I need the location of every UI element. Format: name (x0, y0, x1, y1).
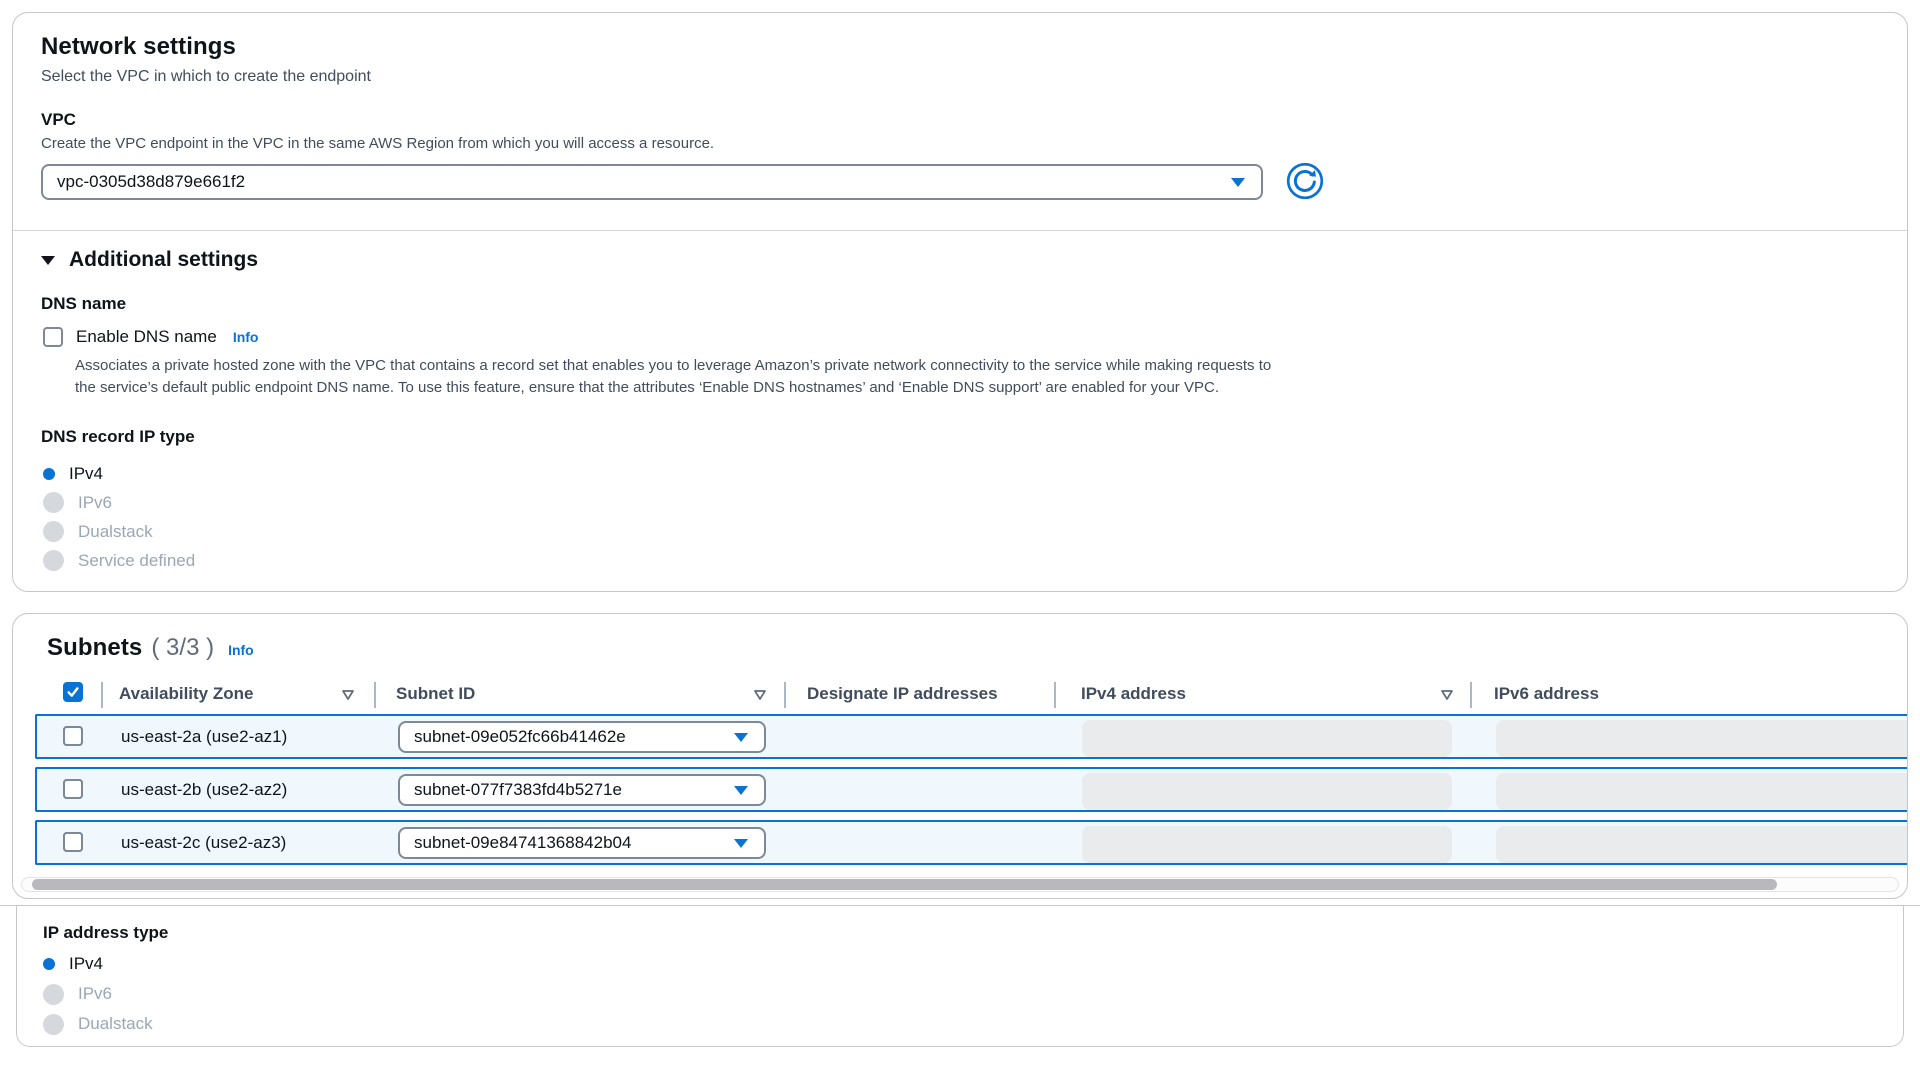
subnets-counter: ( 3/3 ) (151, 634, 214, 662)
radio-option-dualstack: Dualstack (43, 1009, 1877, 1039)
refresh-button[interactable] (1285, 162, 1325, 202)
radio-option-ipv4[interactable]: IPv4 (43, 949, 1877, 979)
availability-zone-cell: us-east-2c (use2-az3) (121, 833, 286, 853)
dns-name-label: DNS name (41, 294, 1879, 314)
ipv6-address-field (1496, 826, 1907, 863)
table-row[interactable]: us-east-2c (use2-az3) subnet-09e84741368… (35, 820, 1907, 865)
network-settings-panel: Network settings Select the VPC in which… (12, 12, 1908, 592)
column-divider (374, 682, 376, 708)
vpc-select[interactable]: vpc-0305d38d879e661f2 (41, 164, 1263, 200)
vpc-description: Create the VPC endpoint in the VPC in th… (41, 135, 1879, 152)
column-header-designate-ip: Designate IP addresses (807, 684, 998, 704)
radio-disabled-icon (43, 1014, 64, 1035)
column-header-subnet-id: Subnet ID (396, 684, 475, 704)
column-header-ipv4-address: IPv4 address (1081, 684, 1186, 704)
availability-zone-cell: us-east-2a (use2-az1) (121, 727, 287, 747)
radio-selected-icon[interactable] (43, 958, 55, 970)
radio-label: Dualstack (78, 522, 153, 542)
column-divider (784, 682, 786, 708)
column-divider (101, 682, 103, 708)
ipv6-address-field (1496, 720, 1907, 757)
radio-disabled-icon (43, 984, 64, 1005)
subnets-panel: Subnets ( 3/3 ) Info Availability Zone S… (12, 613, 1908, 899)
ipv6-address-field (1496, 773, 1907, 810)
ipv4-address-field (1082, 720, 1452, 757)
radio-disabled-icon (43, 492, 64, 513)
designate-ip-checkbox[interactable] (63, 779, 83, 799)
subnets-info-link[interactable]: Info (228, 642, 254, 658)
radio-label: IPv6 (78, 984, 112, 1004)
vpc-label: VPC (41, 110, 1879, 130)
sort-icon[interactable] (341, 688, 355, 706)
radio-option-service-defined: Service defined (43, 546, 1879, 575)
triangle-down-icon (41, 256, 55, 265)
subnets-title: Subnets (47, 634, 142, 662)
column-header-ipv6-address: IPv6 address (1494, 684, 1599, 704)
sort-icon[interactable] (753, 688, 767, 706)
subnet-id-value: subnet-09e052fc66b41462e (414, 727, 734, 747)
table-row[interactable]: us-east-2a (use2-az1) subnet-09e052fc66b… (35, 714, 1907, 759)
enable-dns-checkbox[interactable] (43, 327, 63, 347)
chevron-down-icon (734, 839, 748, 848)
radio-option-ipv4[interactable]: IPv4 (43, 459, 1879, 488)
vpc-select-value: vpc-0305d38d879e661f2 (57, 172, 1231, 192)
ipv4-address-field (1082, 773, 1452, 810)
radio-selected-icon[interactable] (43, 468, 55, 480)
ip-address-type-group: IPv4 IPv6 Dualstack (43, 949, 1877, 1039)
select-all-checkbox[interactable] (63, 682, 83, 702)
designate-ip-checkbox[interactable] (63, 832, 83, 852)
subnet-id-value: subnet-09e84741368842b04 (414, 833, 734, 853)
additional-settings-toggle[interactable]: Additional settings (41, 231, 1879, 272)
chevron-down-icon (1231, 178, 1245, 187)
additional-settings-title: Additional settings (69, 248, 258, 272)
refresh-icon (1286, 162, 1324, 203)
radio-label: Dualstack (78, 1014, 153, 1034)
designate-ip-checkbox[interactable] (63, 726, 83, 746)
subnet-id-value: subnet-077f7383fd4b5271e (414, 780, 734, 800)
radio-option-ipv6: IPv6 (43, 488, 1879, 517)
availability-zone-cell: us-east-2b (use2-az2) (121, 780, 287, 800)
dns-record-ip-type-label: DNS record IP type (41, 427, 1879, 447)
column-divider (1054, 682, 1056, 708)
subnet-id-select[interactable]: subnet-077f7383fd4b5271e (398, 774, 766, 806)
enable-dns-description: Associates a private hosted zone with th… (75, 355, 1275, 399)
subnets-table-header: Availability Zone Subnet ID Designate IP… (13, 676, 1907, 714)
radio-label: IPv4 (69, 464, 103, 484)
network-settings-subtitle: Select the VPC in which to create the en… (41, 68, 1879, 86)
radio-disabled-icon (43, 521, 64, 542)
radio-label: Service defined (78, 551, 195, 571)
column-header-availability-zone: Availability Zone (119, 684, 253, 704)
radio-label: IPv6 (78, 493, 112, 513)
radio-label: IPv4 (69, 954, 103, 974)
table-row[interactable]: us-east-2b (use2-az2) subnet-077f7383fd4… (35, 767, 1907, 812)
radio-disabled-icon (43, 550, 64, 571)
radio-option-dualstack: Dualstack (43, 517, 1879, 546)
ipv4-address-field (1082, 826, 1452, 863)
network-settings-title: Network settings (41, 33, 1879, 61)
enable-dns-info-link[interactable]: Info (233, 329, 259, 345)
ip-address-type-label: IP address type (43, 923, 1877, 943)
radio-option-ipv6: IPv6 (43, 979, 1877, 1009)
subnets-table: Availability Zone Subnet ID Designate IP… (13, 676, 1907, 865)
subnet-id-select[interactable]: subnet-09e84741368842b04 (398, 827, 766, 859)
dns-record-ip-type-group: IPv4 IPv6 Dualstack Service defined (41, 459, 1879, 575)
subnet-id-select[interactable]: subnet-09e052fc66b41462e (398, 721, 766, 753)
chevron-down-icon (734, 786, 748, 795)
sort-icon[interactable] (1440, 688, 1454, 706)
ip-address-type-panel: IP address type IPv4 IPv6 Dualstack (16, 906, 1904, 1047)
enable-dns-checkbox-label: Enable DNS name (76, 327, 217, 347)
horizontal-scrollbar[interactable] (21, 877, 1899, 892)
scrollbar-thumb[interactable] (32, 879, 1777, 890)
chevron-down-icon (734, 733, 748, 742)
column-divider (1470, 682, 1472, 708)
